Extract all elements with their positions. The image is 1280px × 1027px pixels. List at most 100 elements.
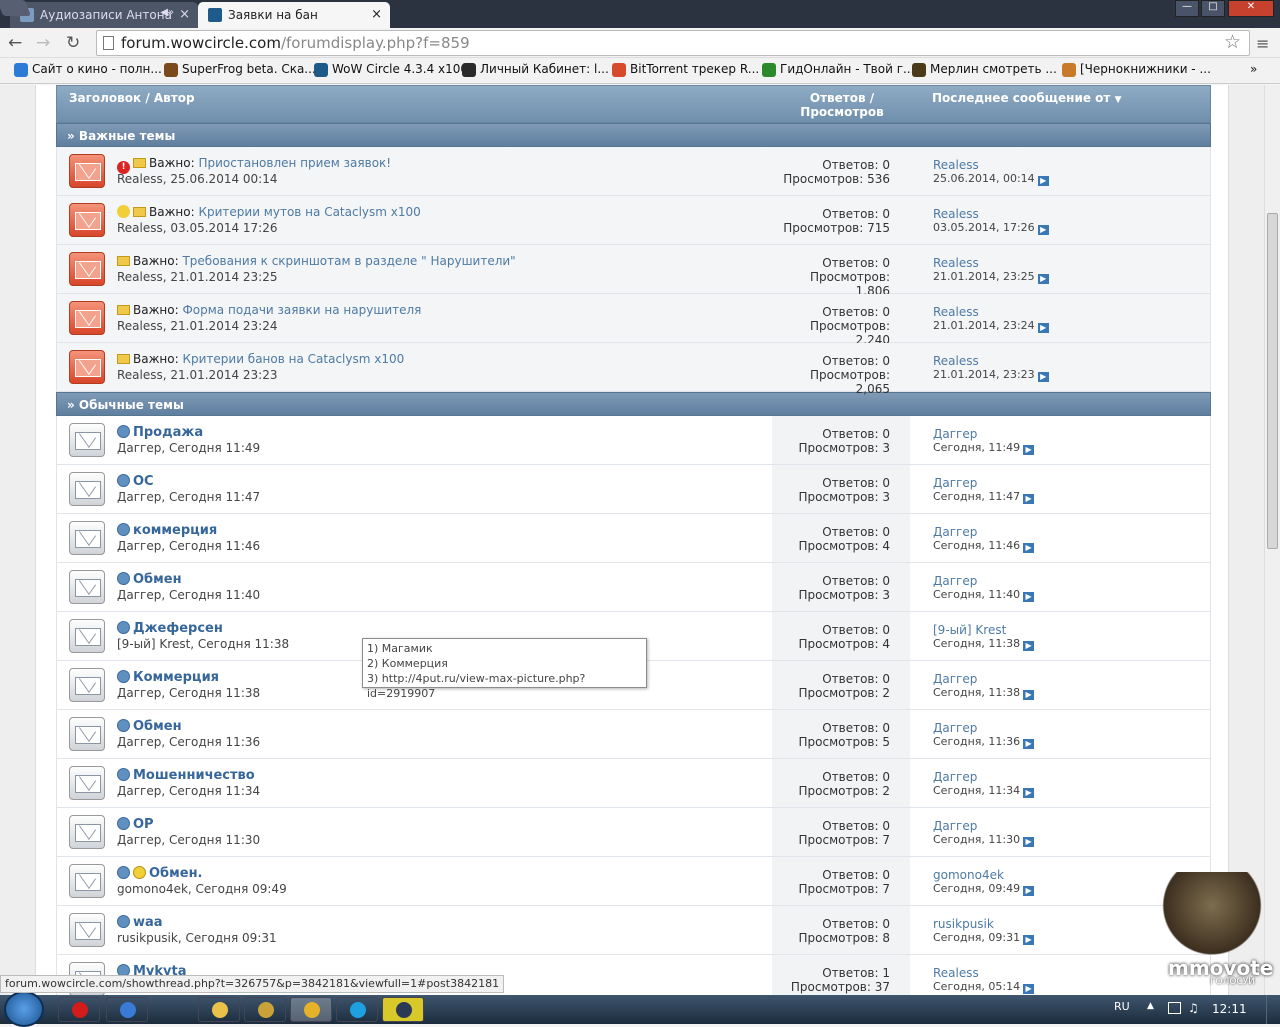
last-post-user[interactable]: Realess bbox=[933, 966, 979, 980]
last-post-user[interactable]: Даггер bbox=[933, 819, 977, 833]
last-post-user[interactable]: Даггер bbox=[933, 574, 977, 588]
last-post-user[interactable]: Realess bbox=[933, 256, 979, 270]
thread-author[interactable]: Realess, 21.01.2014 23:23 bbox=[117, 368, 278, 382]
forward-arrow-icon[interactable]: → bbox=[36, 33, 50, 53]
goto-last-post-icon[interactable]: ▶ bbox=[1023, 445, 1035, 455]
tab-close-icon[interactable]: × bbox=[179, 7, 190, 22]
thread-author[interactable]: Realess, 21.01.2014 23:25 bbox=[117, 270, 278, 284]
thread-title-link[interactable]: ОР bbox=[133, 817, 154, 832]
goto-last-post-icon[interactable]: ▶ bbox=[1023, 494, 1035, 504]
bookmark-item[interactable]: Мерлин смотреть ... bbox=[912, 62, 1057, 77]
goto-last-post-icon[interactable]: ▶ bbox=[1023, 837, 1035, 847]
network-icon[interactable] bbox=[1168, 1002, 1181, 1014]
thread-title-link[interactable]: Обмен. bbox=[149, 866, 203, 881]
thread-title-link[interactable]: ОС bbox=[133, 474, 154, 489]
more-bookmarks-icon[interactable]: » bbox=[1250, 62, 1257, 76]
last-post-user[interactable]: rusikpusik bbox=[933, 917, 994, 931]
goto-last-post-icon[interactable]: ▶ bbox=[1023, 984, 1035, 994]
reload-icon[interactable]: ↻ bbox=[66, 33, 80, 53]
thread-author[interactable]: rusikpusik, Сегодня 09:31 bbox=[117, 931, 277, 945]
taskbar-explorer-button[interactable] bbox=[198, 997, 240, 1022]
thread-author[interactable]: Даггер, Сегодня 11:36 bbox=[117, 735, 260, 749]
last-post-user[interactable]: Даггер bbox=[933, 721, 977, 735]
header-last-post[interactable]: Последнее сообщение от ▼ bbox=[932, 91, 1121, 105]
thread-author[interactable]: Realess, 21.01.2014 23:24 bbox=[117, 319, 278, 333]
goto-last-post-icon[interactable]: ▶ bbox=[1037, 372, 1049, 382]
thread-author[interactable]: Даггер, Сегодня 11:34 bbox=[117, 784, 260, 798]
thread-author[interactable]: Даггер, Сегодня 11:40 bbox=[117, 588, 260, 602]
last-post-user[interactable]: [9-ый] Krest bbox=[933, 623, 1006, 637]
bookmark-item[interactable]: WoW Circle 4.3.4 x100 bbox=[314, 62, 468, 77]
thread-title-link[interactable]: Джеферсен bbox=[133, 621, 223, 636]
taskbar-chrome-button[interactable] bbox=[290, 997, 332, 1022]
maximize-window-button[interactable]: □ bbox=[1201, 0, 1225, 17]
thread-author[interactable]: Realess, 03.05.2014 17:26 bbox=[117, 221, 278, 235]
thread-author[interactable]: [9-ый] Krest, Сегодня 11:38 bbox=[117, 637, 289, 651]
thread-title-link[interactable]: Продажа bbox=[133, 425, 203, 440]
bookmark-star-icon[interactable]: ☆ bbox=[1224, 31, 1241, 53]
goto-last-post-icon[interactable]: ▶ bbox=[1037, 225, 1049, 235]
input-language-indicator[interactable]: RU bbox=[1114, 1000, 1130, 1013]
scrollbar-thumb[interactable] bbox=[1267, 213, 1278, 549]
last-post-user[interactable]: Realess bbox=[933, 207, 979, 221]
goto-last-post-icon[interactable]: ▶ bbox=[1023, 935, 1035, 945]
goto-last-post-icon[interactable]: ▶ bbox=[1037, 323, 1049, 333]
close-window-button[interactable]: ✕ bbox=[1228, 0, 1274, 17]
goto-last-post-icon[interactable]: ▶ bbox=[1023, 641, 1035, 651]
bookmark-item[interactable]: SuperFrog beta. Ска... bbox=[164, 62, 316, 77]
thread-author[interactable]: Realess, 25.06.2014 00:14 bbox=[117, 172, 278, 186]
back-arrow-icon[interactable]: ← bbox=[8, 33, 22, 53]
goto-last-post-icon[interactable]: ▶ bbox=[1037, 274, 1049, 284]
goto-last-post-icon[interactable]: ▶ bbox=[1023, 592, 1035, 602]
goto-last-post-icon[interactable]: ▶ bbox=[1023, 886, 1035, 896]
new-tab-button[interactable] bbox=[0, 0, 31, 16]
clock[interactable]: 12:11 bbox=[1212, 1002, 1247, 1016]
thread-title-link[interactable]: Приостановлен прием заявок! bbox=[198, 156, 391, 170]
last-post-user[interactable]: Даггер bbox=[933, 476, 977, 490]
sticky-section-header[interactable]: » Важные темы bbox=[56, 123, 1211, 147]
thread-title-link[interactable]: Критерии мутов на Cataclysm x100 bbox=[198, 205, 420, 219]
browser-menu-icon[interactable]: ≡ bbox=[1256, 34, 1269, 53]
page-scrollbar[interactable] bbox=[1264, 85, 1280, 995]
thread-title-link[interactable]: waa bbox=[133, 915, 163, 930]
taskbar-globe-button[interactable] bbox=[106, 997, 148, 1022]
last-post-user[interactable]: Даггер bbox=[933, 525, 977, 539]
last-post-user[interactable]: Realess bbox=[933, 305, 979, 319]
header-title-author[interactable]: Заголовок / Автор bbox=[69, 91, 195, 105]
last-post-user[interactable]: gomono4ek bbox=[933, 868, 1004, 882]
bookmark-item[interactable]: [Чернокнижники - ... bbox=[1062, 62, 1211, 77]
bookmark-item[interactable]: Сайт о кино - полн... bbox=[14, 62, 162, 77]
thread-author[interactable]: Даггер, Сегодня 11:49 bbox=[117, 441, 260, 455]
header-replies-views[interactable]: Ответов / Просмотров bbox=[777, 91, 907, 119]
goto-last-post-icon[interactable]: ▶ bbox=[1023, 739, 1035, 749]
thread-author[interactable]: Даггер, Сегодня 11:30 bbox=[117, 833, 260, 847]
address-bar[interactable]: forum.wowcircle.com/forumdisplay.php?f=8… bbox=[96, 30, 1250, 56]
thread-title-link[interactable]: коммерция bbox=[133, 523, 217, 538]
thread-title-link[interactable]: Обмен bbox=[133, 572, 182, 587]
taskbar-steam-button[interactable] bbox=[382, 997, 424, 1022]
show-desktop-button[interactable] bbox=[1266, 995, 1280, 1024]
minimize-window-button[interactable]: — bbox=[1175, 0, 1199, 17]
tray-expand-icon[interactable]: ▲ bbox=[1147, 1001, 1154, 1011]
taskbar-opera-button[interactable] bbox=[58, 997, 100, 1022]
last-post-user[interactable]: Даггер bbox=[933, 427, 977, 441]
last-post-user[interactable]: Realess bbox=[933, 158, 979, 172]
volume-icon[interactable]: ♫ bbox=[1188, 1001, 1199, 1015]
mmovote-badge[interactable]: mmovote ГОЛОСУЙ bbox=[1140, 870, 1273, 994]
tab-audio[interactable]: Аудиозаписи Антона ◀» × bbox=[10, 2, 198, 28]
bookmark-item[interactable]: ГидОнлайн - Твой г... bbox=[762, 62, 914, 77]
thread-title-link[interactable]: Требования к скриншотам в разделе " Нару… bbox=[182, 254, 515, 268]
thread-title-link[interactable]: Критерии банов на Cataclysm x100 bbox=[182, 352, 404, 366]
bookmark-item[interactable]: Личный Кабинет: l... bbox=[462, 62, 609, 77]
goto-last-post-icon[interactable]: ▶ bbox=[1037, 176, 1049, 186]
goto-last-post-icon[interactable]: ▶ bbox=[1023, 543, 1035, 553]
start-button[interactable] bbox=[4, 991, 44, 1027]
thread-title-link[interactable]: Коммерция bbox=[133, 670, 219, 685]
bookmark-item[interactable]: BitTorrent трекер R... bbox=[612, 62, 759, 77]
thread-title-link[interactable]: Мошенничество bbox=[133, 768, 255, 783]
taskbar-wow-button[interactable] bbox=[244, 997, 286, 1022]
thread-author[interactable]: Даггер, Сегодня 11:47 bbox=[117, 490, 260, 504]
taskbar-skype-button[interactable] bbox=[336, 997, 378, 1022]
thread-title-link[interactable]: Обмен bbox=[133, 719, 182, 734]
tab-close-icon[interactable]: × bbox=[371, 7, 382, 22]
